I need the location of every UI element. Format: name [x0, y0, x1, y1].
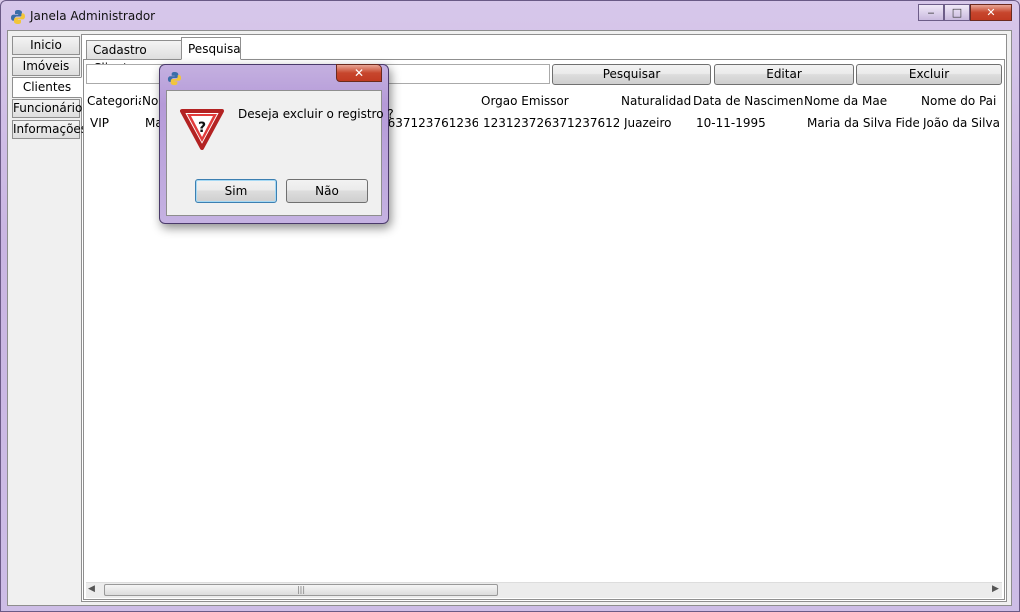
cell-nome-mae: Maria da Silva Fidelis	[807, 116, 919, 130]
column-header-naturalidade[interactable]: Naturalidade	[621, 94, 691, 110]
dialog-close-button[interactable]: ✕	[336, 64, 382, 82]
column-header-orgao-emissor[interactable]: Orgao Emissor	[481, 94, 619, 110]
cell-orgao-emissor: 1231237263712376123612	[483, 116, 619, 130]
warning-question-icon: ?	[180, 109, 224, 150]
side-tab-funcionario[interactable]: Funcionário	[12, 99, 82, 118]
side-tab-informacoes[interactable]: Informações	[12, 120, 87, 139]
cell-data-nascimento: 10-11-1995	[696, 116, 766, 130]
maximize-button[interactable]: □	[944, 4, 970, 21]
side-tab-clientes[interactable]: Clientes	[12, 77, 82, 98]
column-header-data-nascimento[interactable]: Data de Nascimento	[693, 94, 803, 110]
cell-categoria: VIP	[90, 116, 109, 130]
window-title: Janela Administrador	[30, 9, 156, 23]
dialog-python-icon	[167, 71, 182, 86]
yes-button[interactable]: Sim	[195, 179, 277, 203]
scroll-thumb[interactable]: |||	[104, 584, 498, 596]
side-tab-imoveis[interactable]: Imóveis	[12, 57, 80, 76]
tab-pesquisa[interactable]: Pesquisa	[181, 37, 241, 60]
cell-naturalidade: Juazeiro	[624, 116, 672, 130]
tab-cadastro-cliente[interactable]: Cadastro Cliente	[86, 40, 182, 75]
scroll-left-icon[interactable]: ◀	[88, 584, 95, 594]
search-button[interactable]: Pesquisar	[552, 64, 711, 85]
column-header-nome-mae[interactable]: Nome da Mae	[804, 94, 919, 110]
scroll-right-icon[interactable]: ▶	[992, 584, 999, 594]
delete-button[interactable]: Excluir	[856, 64, 1002, 85]
close-window-button[interactable]: ✕	[970, 4, 1012, 21]
python-app-icon	[11, 10, 25, 24]
side-tab-inicio[interactable]: Inicio	[12, 36, 80, 55]
minimize-button[interactable]: ‒	[918, 4, 944, 21]
dialog-message: Deseja excluir o registro ?	[238, 107, 394, 121]
no-button[interactable]: Não	[286, 179, 368, 203]
window-controls: ‒ □ ✕	[918, 4, 1012, 22]
column-header-categoria[interactable]: Categoria	[87, 94, 141, 110]
edit-button[interactable]: Editar	[714, 64, 854, 85]
cell-rg: 263712376123612	[380, 116, 478, 130]
cell-nome-pai: João da Silva So	[923, 116, 1003, 130]
svg-text:?: ?	[198, 120, 206, 136]
column-header-nome-pai[interactable]: Nome do Pai	[921, 94, 1001, 110]
